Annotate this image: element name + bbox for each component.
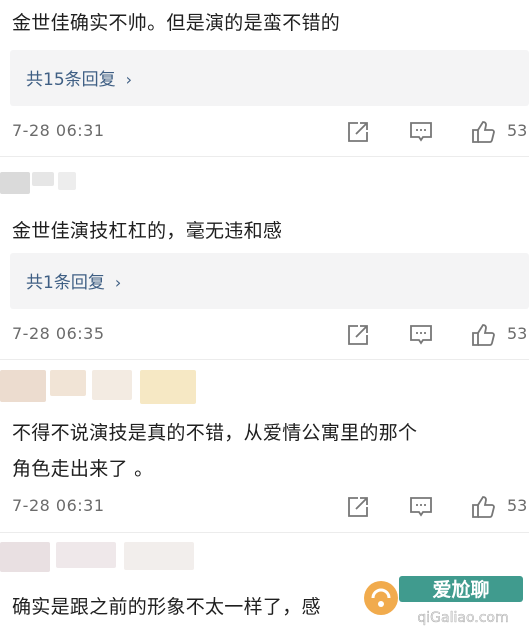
comment-text: 金世佳演技杠杠的，毫无违和感 xyxy=(12,220,283,242)
comment-icon[interactable] xyxy=(408,322,434,348)
reply-thread-box[interactable]: 共15条回复 › xyxy=(10,50,529,106)
svg-text:爱尬聊: 爱尬聊 xyxy=(432,578,489,601)
comment-text-line: 不得不说演技是真的不错，从爱情公寓里的那个 xyxy=(12,422,418,444)
share-icon[interactable] xyxy=(345,119,371,145)
like-count: 53 xyxy=(507,496,528,515)
like-count: 53 xyxy=(507,121,528,140)
view-replies-link[interactable]: 共15条回复 › xyxy=(26,65,132,90)
thumbs-up-icon[interactable] xyxy=(470,322,496,348)
comment-icon[interactable] xyxy=(408,494,434,520)
replies-count-label: 共15条回复 xyxy=(26,70,116,90)
comment-timestamp: 7-28 06:31 xyxy=(12,496,105,515)
comment-text: 确实是跟之前的形象不太一样了，感 xyxy=(12,596,321,618)
divider xyxy=(0,532,529,533)
share-icon[interactable] xyxy=(345,494,371,520)
watermark-logo: 爱尬聊 qiGaliao.com xyxy=(359,568,529,630)
comment-text-line: 角色走出来了 。 xyxy=(12,458,154,480)
comment-timestamp: 7-28 06:35 xyxy=(12,324,105,343)
like-count: 53 xyxy=(507,324,528,343)
thumbs-up-icon[interactable] xyxy=(470,494,496,520)
share-icon[interactable] xyxy=(345,322,371,348)
chevron-right-icon: › xyxy=(125,70,133,89)
comment-meta-bar: 7-28 06:31 53 xyxy=(0,494,529,520)
replies-count-label: 共1条回复 xyxy=(26,273,105,293)
divider xyxy=(0,359,529,360)
comment-timestamp: 7-28 06:31 xyxy=(12,121,105,140)
view-replies-link[interactable]: 共1条回复 › xyxy=(26,268,121,293)
chevron-right-icon: › xyxy=(114,273,122,292)
thumbs-up-icon[interactable] xyxy=(470,119,496,145)
comment-meta-bar: 7-28 06:35 53 xyxy=(0,322,529,348)
comment-meta-bar: 7-28 06:31 53 xyxy=(0,119,529,145)
reply-thread-box[interactable]: 共1条回复 › xyxy=(10,253,529,309)
comment-icon[interactable] xyxy=(408,119,434,145)
svg-text:qiGaliao.com: qiGaliao.com xyxy=(417,610,508,626)
comment-text: 金世佳确实不帅。但是演的是蛮不错的 xyxy=(12,12,341,34)
divider xyxy=(0,156,529,157)
